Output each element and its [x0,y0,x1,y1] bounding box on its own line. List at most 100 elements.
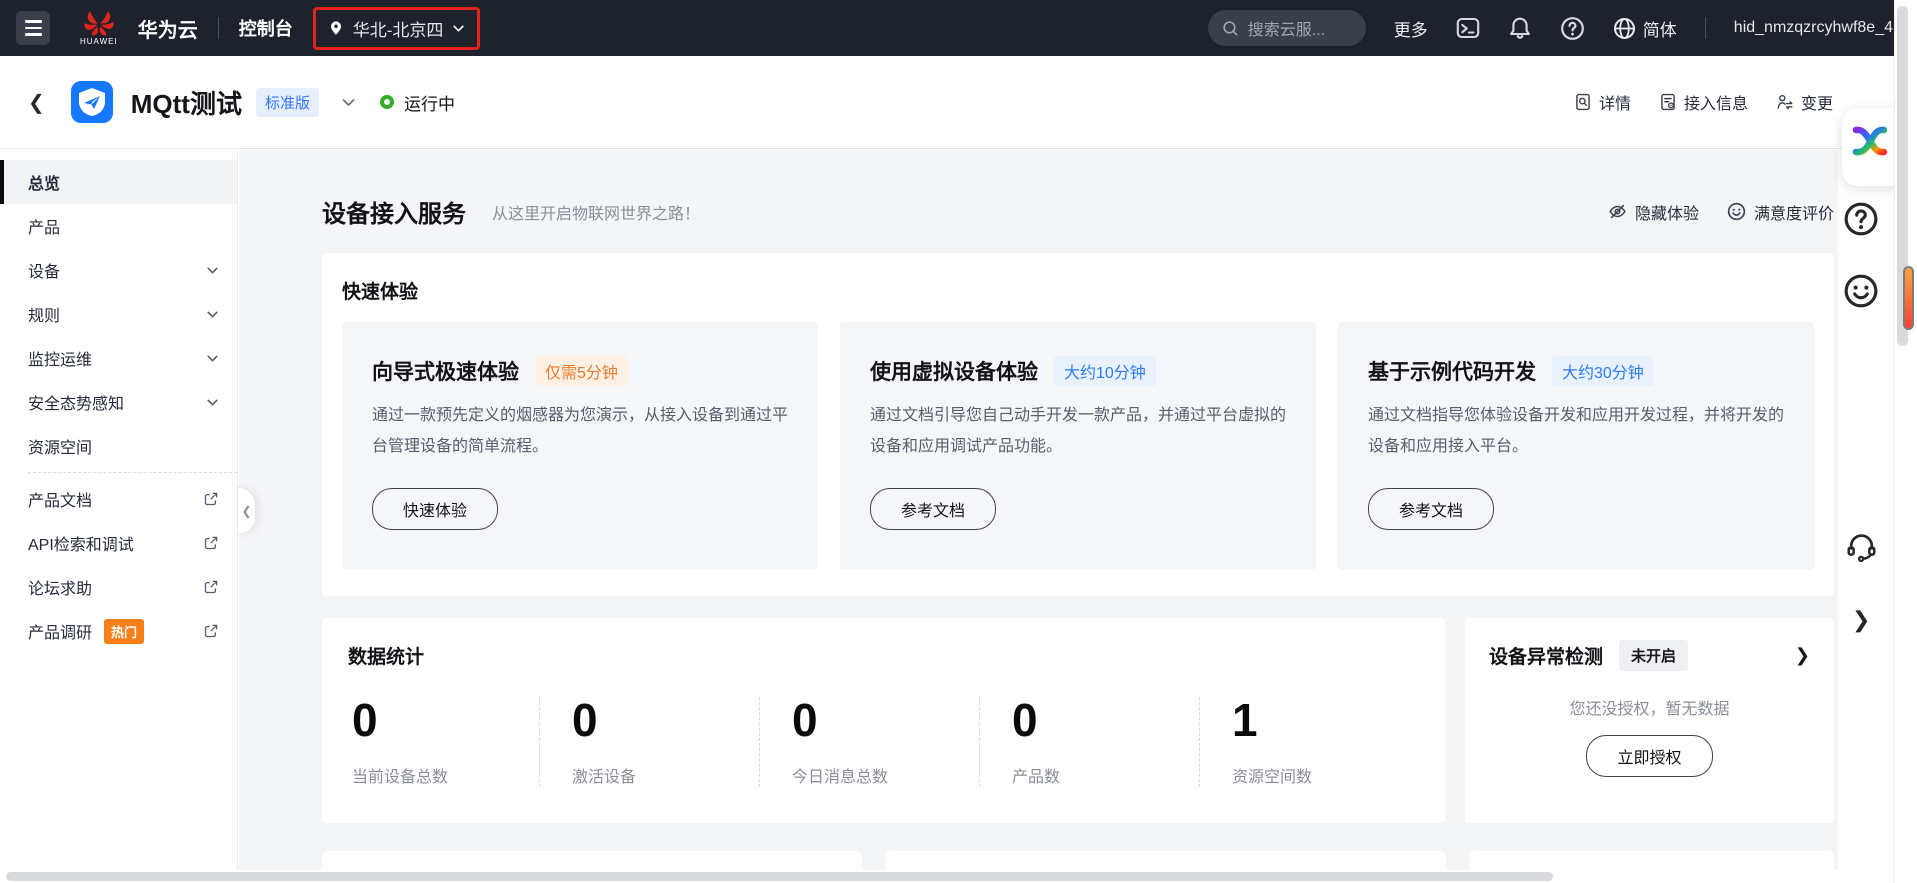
quick-experience-title: 快速体验 [342,277,1814,304]
vertical-scrollbar-track [1894,0,1917,883]
huawei-wordmark: HUAWEI [80,37,118,46]
sidebar-item-devices[interactable]: 设备 [0,248,237,292]
stat-resource-spaces: 1 资源空间数 [1199,697,1419,787]
hot-badge: 热门 [104,619,144,644]
quick-card-description: 通过一款预先定义的烟感器为您演示，从接入设备到通过平台管理设备的简单流程。 [372,400,788,462]
sidebar-item-rules[interactable]: 规则 [0,292,237,336]
quick-experience-card: 快速体验 向导式极速体验 仅需5分钟 通过一款预先定义的烟感器为您演示，从接入设… [322,253,1834,596]
more-menu[interactable]: 更多 [1394,16,1428,41]
main-content: 设备接入服务 从这里开启物联网世界之路！ 隐藏体验 满意度评价 快速体验 向导式… [239,150,1838,883]
reference-doc-button[interactable]: 参考文档 [870,488,996,530]
anomaly-title: 设备异常检测 [1489,642,1603,669]
external-link-icon [203,535,219,551]
change-button[interactable]: 变更 [1776,90,1833,114]
sidebar-item-api-explorer[interactable]: API检索和调试 [0,521,237,565]
sidebar-nav: 总览 产品 设备 规则 监控运维 安全态势感知 资源空间 产品文档 API检索和… [0,150,238,883]
language-label: 简体 [1643,16,1677,41]
horizontal-scrollbar-thumb[interactable] [6,872,1553,881]
sidebar-item-product-docs[interactable]: 产品文档 [0,477,237,521]
iot-app-icon [71,81,113,123]
external-link-icon [203,491,219,507]
search-placeholder: 搜索云服... [1248,16,1325,40]
stat-messages-today: 0 今日消息总数 [759,697,979,787]
region-name: 华北-北京四 [353,16,444,41]
data-statistics-title: 数据统计 [348,642,1419,669]
quick-card-virtual-device: 使用虚拟设备体验 大约10分钟 通过文档引导您自己动手开发一款产品，并通过平台虚… [840,322,1316,570]
not-enabled-badge: 未开启 [1619,640,1688,671]
chevron-down-icon [206,352,219,365]
time-badge: 仅需5分钟 [535,356,628,386]
instance-title: MQtt测试 [131,84,242,121]
stat-products: 0 产品数 [979,697,1199,787]
page-subtitle: 从这里开启物联网世界之路！ [492,200,700,224]
access-info-icon [1659,93,1677,111]
sidebar-divider [28,472,237,473]
time-badge: 大约10分钟 [1054,356,1156,386]
quick-card-description: 通过文档指导您体验设备开发和应用开发过程，并将开发的设备和应用接入平台。 [1368,400,1784,462]
dock-help-icon[interactable] [1843,201,1879,237]
bell-icon[interactable] [1508,16,1532,40]
search-input[interactable]: 搜索云服... [1208,10,1366,46]
scroll-position-marker [1903,266,1914,330]
assistant-logo-icon[interactable] [1848,122,1892,162]
time-badge: 大约30分钟 [1552,356,1654,386]
dock-feedback-smiley-icon[interactable] [1843,273,1879,309]
data-statistics-card: 数据统计 0 当前设备总数 0 激活设备 0 今日消息总数 0 产品数 [322,618,1445,823]
location-pin-icon [328,20,344,36]
quick-card-sample-code: 基于示例代码开发 大约30分钟 通过文档指导您体验设备开发和应用开发过程，并将开… [1338,322,1814,570]
chevron-down-icon [206,308,219,321]
right-dock [1838,150,1894,883]
top-nav-bar: HUAWEI 华为云 控制台 华北-北京四 搜索云服... 更多 简体 hid_… [0,0,1917,56]
quick-experience-button[interactable]: 快速体验 [372,488,498,530]
topbar-divider [1705,17,1706,39]
search-icon [1222,20,1239,37]
chevron-down-icon [452,22,465,35]
sidebar-item-resource-spaces[interactable]: 资源空间 [0,424,237,468]
instance-switch-chevron-icon[interactable] [341,95,356,110]
running-status-icon [380,95,394,109]
horizontal-scrollbar-track [0,870,1894,883]
hamburger-menu-icon[interactable] [16,11,50,45]
stat-current-devices: 0 当前设备总数 [348,697,539,787]
status-label: 运行中 [404,90,455,115]
region-selector[interactable]: 华北-北京四 [313,7,481,50]
sidebar-item-monitoring[interactable]: 监控运维 [0,336,237,380]
language-selector[interactable]: 简体 [1613,16,1677,41]
help-circle-icon[interactable] [1560,16,1585,41]
brand-name[interactable]: 华为云 [138,14,198,43]
status-indicator: 运行中 [380,90,455,115]
topbar-divider [218,17,219,39]
authorize-now-button[interactable]: 立即授权 [1586,735,1712,777]
terminal-icon[interactable] [1456,16,1480,40]
eye-off-icon [1608,202,1627,221]
dock-support-headset-icon[interactable] [1845,529,1878,562]
chevron-down-icon [206,396,219,409]
hide-experience-link[interactable]: 隐藏体验 [1608,200,1699,224]
reference-doc-button[interactable]: 参考文档 [1368,488,1494,530]
dock-expand-chevron[interactable]: ❯ [1852,607,1870,633]
page-title: 设备接入服务 [322,194,466,229]
device-anomaly-card: 设备异常检测 未开启 ❯ 您还没授权，暂无数据 立即授权 [1465,618,1834,823]
sidebar-item-overview[interactable]: 总览 [0,160,237,204]
details-button[interactable]: 详情 [1574,90,1631,114]
satisfaction-feedback-link[interactable]: 满意度评价 [1727,200,1834,224]
sidebar-item-forum-help[interactable]: 论坛求助 [0,565,237,609]
instance-header: ❮ MQtt测试 标准版 运行中 详情 接入信息 变更 [0,56,1917,149]
edition-badge: 标准版 [256,88,319,117]
sidebar-item-security-posture[interactable]: 安全态势感知 [0,380,237,424]
quick-card-description: 通过文档引导您自己动手开发一款产品，并通过平台虚拟的设备和应用调试产品功能。 [870,400,1286,462]
back-button[interactable]: ❮ [28,90,45,115]
account-id[interactable]: hid_nmzqzrcyhwf8e_4 [1734,19,1893,37]
sidebar-item-products[interactable]: 产品 [0,204,237,248]
access-info-button[interactable]: 接入信息 [1659,90,1748,114]
smiley-icon [1727,202,1746,221]
external-link-icon [203,623,219,639]
sidebar-item-product-survey[interactable]: 产品调研 热门 [0,609,237,653]
change-user-icon [1776,93,1794,111]
anomaly-detail-chevron[interactable]: ❯ [1795,645,1810,666]
globe-icon [1613,17,1636,40]
huawei-logo[interactable]: HUAWEI [80,11,118,46]
console-link[interactable]: 控制台 [239,15,293,41]
detail-doc-icon [1574,93,1592,111]
anomaly-empty-text: 您还没授权，暂无数据 [1489,695,1810,719]
